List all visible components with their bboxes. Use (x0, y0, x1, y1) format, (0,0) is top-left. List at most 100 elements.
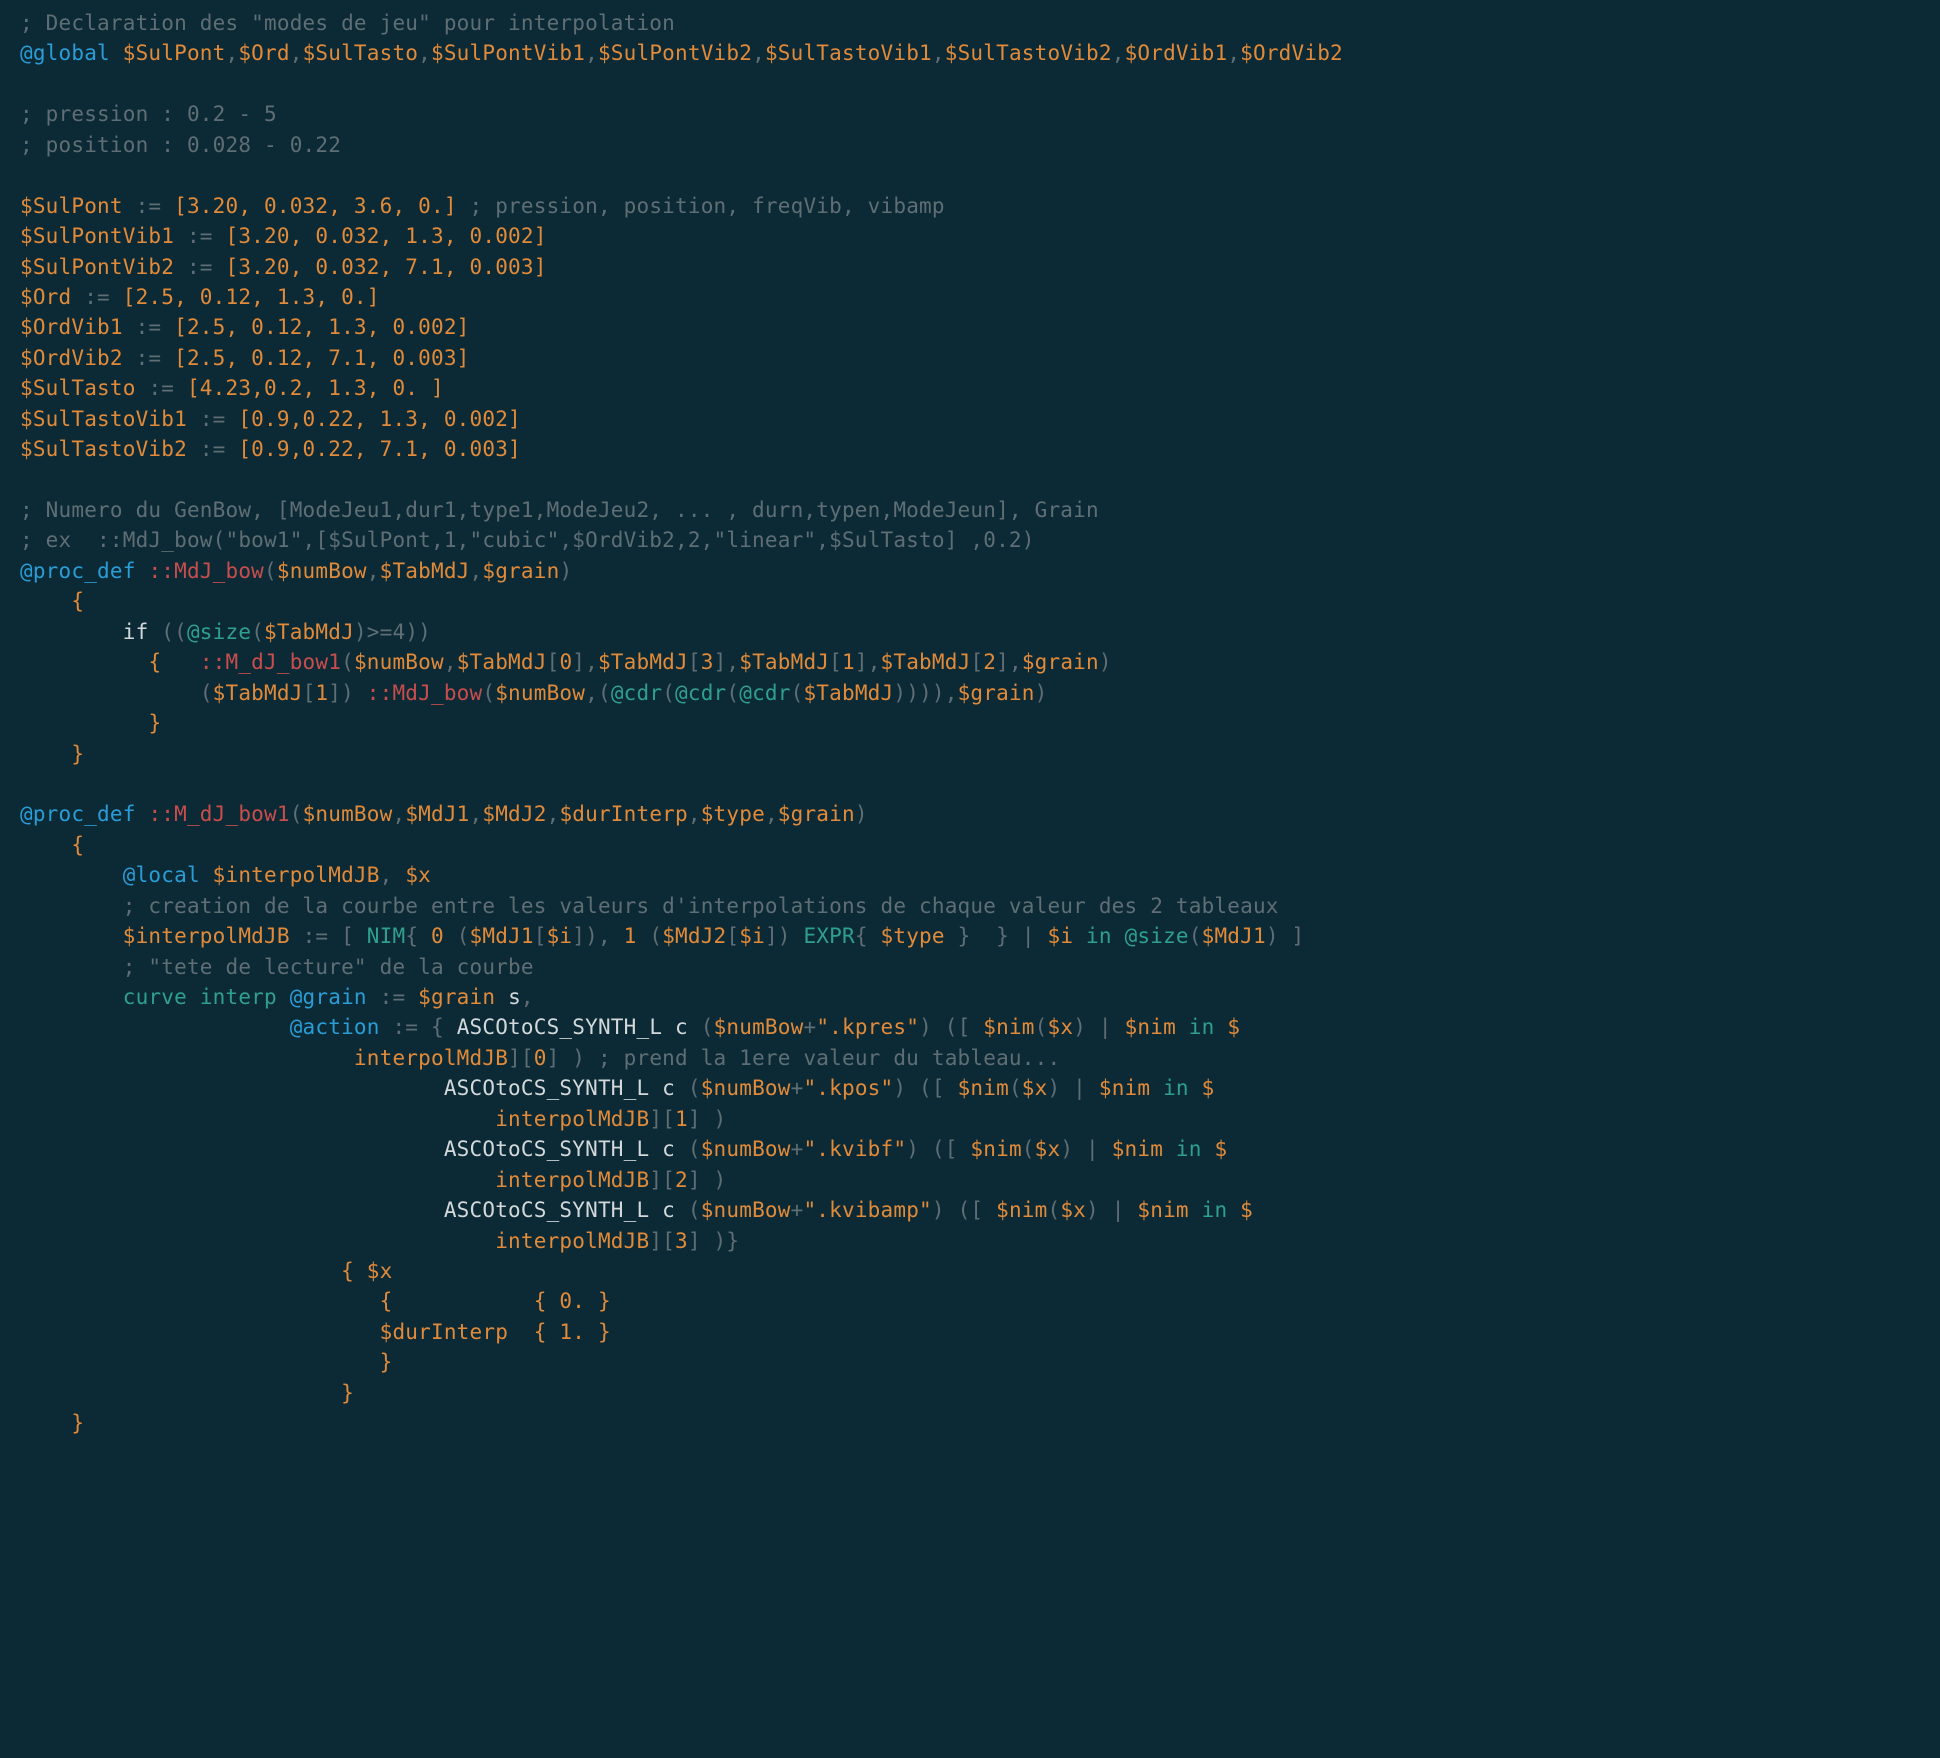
punct: ( (482, 681, 495, 705)
punct: ( (662, 681, 675, 705)
array-literal: [0.9,0.22, 1.3, 0.002] (238, 407, 521, 431)
punct: ] (688, 1168, 701, 1192)
var: $numBow (277, 559, 367, 583)
array-literal: [3.20, 0.032, 7.1, 0.003] (226, 255, 547, 279)
var: $SulPontVib1 (431, 41, 585, 65)
var: $nim (1137, 1198, 1188, 1222)
punct: , (547, 802, 560, 826)
code-editor[interactable]: ; Declaration des "modes de jeu" pour in… (0, 0, 1940, 1469)
var: $SulPontVib2 (598, 41, 752, 65)
var: $SulTastoVib1 (20, 407, 187, 431)
punct: [ (945, 1137, 958, 1161)
num: 3 (701, 650, 714, 674)
punct: ) (418, 620, 431, 644)
in: in (1086, 924, 1112, 948)
brace: { (534, 1289, 547, 1313)
fn: ASCOtoCS_SYNTH_L (444, 1137, 650, 1161)
punct: , (765, 802, 778, 826)
punct: ( (251, 620, 264, 644)
assign: := (136, 194, 162, 218)
var: $grain (1022, 650, 1099, 674)
plus: + (803, 1015, 816, 1039)
array-literal: [3.20, 0.032, 1.3, 0.002] (226, 224, 547, 248)
in: in (1189, 1015, 1215, 1039)
var: $type (701, 802, 765, 826)
var: $durInterp (380, 1320, 508, 1344)
punct: ) (906, 681, 919, 705)
punct: ( (1189, 924, 1202, 948)
brace: { (71, 833, 84, 857)
plus: + (791, 1076, 804, 1100)
punct: [ (521, 1046, 534, 1070)
punct: ( (701, 1015, 714, 1039)
var: $i (547, 924, 573, 948)
var: $i (1048, 924, 1074, 948)
punct: ( (688, 1137, 701, 1161)
var: $ (1214, 1137, 1227, 1161)
punct: ( (791, 681, 804, 705)
punct: ( (457, 924, 470, 948)
in: in (1176, 1137, 1202, 1161)
punct: , (598, 924, 611, 948)
var: $nim (1125, 1015, 1176, 1039)
at-cdr: @cdr (739, 681, 790, 705)
var: $SulPontVib1 (20, 224, 174, 248)
punct: [ (970, 1198, 983, 1222)
punct: ( (200, 681, 213, 705)
punct: ] (855, 650, 868, 674)
punct: ) (1086, 1198, 1099, 1222)
punct: ) (1099, 650, 1112, 674)
comment: ; Numero du GenBow, [ModeJeu1,dur1,type1… (20, 498, 1099, 522)
punct: ( (688, 1076, 701, 1100)
var: $TabMdJ (803, 681, 893, 705)
keyword-procdef: @proc_def (20, 559, 136, 583)
punct: ] (649, 1168, 662, 1192)
var: $ (1202, 1076, 1215, 1100)
punct: [ (688, 650, 701, 674)
punct: { (855, 924, 868, 948)
punct: ] (508, 1046, 521, 1070)
punct: , (226, 41, 239, 65)
punct: ] (688, 1107, 701, 1131)
punct: , (470, 559, 483, 583)
punct: ( (1022, 1137, 1035, 1161)
fn: ASCOtoCS_SYNTH_L (444, 1076, 650, 1100)
comment: ; position : 0.028 - 0.22 (20, 133, 341, 157)
var: $nim (958, 1076, 1009, 1100)
in: in (1202, 1198, 1228, 1222)
punct: [ (958, 1015, 971, 1039)
punct: [ (662, 1168, 675, 1192)
punct: ) (1073, 1015, 1086, 1039)
fn-c: c (675, 1015, 688, 1039)
punct: , (1112, 41, 1125, 65)
var: $grain (418, 985, 495, 1009)
var: $x (1048, 1015, 1074, 1039)
num: 0 (431, 924, 444, 948)
keyword-if: if (123, 620, 149, 644)
num: 1 (624, 924, 637, 948)
var: $nim (1112, 1137, 1163, 1161)
punct: , (290, 41, 303, 65)
var: $numBow (303, 802, 393, 826)
var: $x (367, 1259, 393, 1283)
var: $nim (996, 1198, 1047, 1222)
punct: ) (1266, 924, 1279, 948)
punct: [ (726, 924, 739, 948)
var: $TabMdJ (457, 650, 547, 674)
proc-call: ::M_dJ_bow1 (200, 650, 341, 674)
unit-s: s (508, 985, 521, 1009)
var: $Ord (20, 285, 71, 309)
punct: , (585, 41, 598, 65)
array-literal: [2.5, 0.12, 7.1, 0.003] (174, 346, 469, 370)
comment: ; pression : 0.2 - 5 (20, 102, 277, 126)
var: $numBow (354, 650, 444, 674)
punct: ] (714, 650, 727, 674)
punct: ) (893, 1076, 906, 1100)
punct: , (470, 802, 483, 826)
brace: { (148, 650, 161, 674)
punct: ] (688, 1229, 701, 1253)
num: 1 (315, 681, 328, 705)
punct: , (444, 650, 457, 674)
var: $SulTastoVib2 (20, 437, 187, 461)
punct: [ (662, 1229, 675, 1253)
